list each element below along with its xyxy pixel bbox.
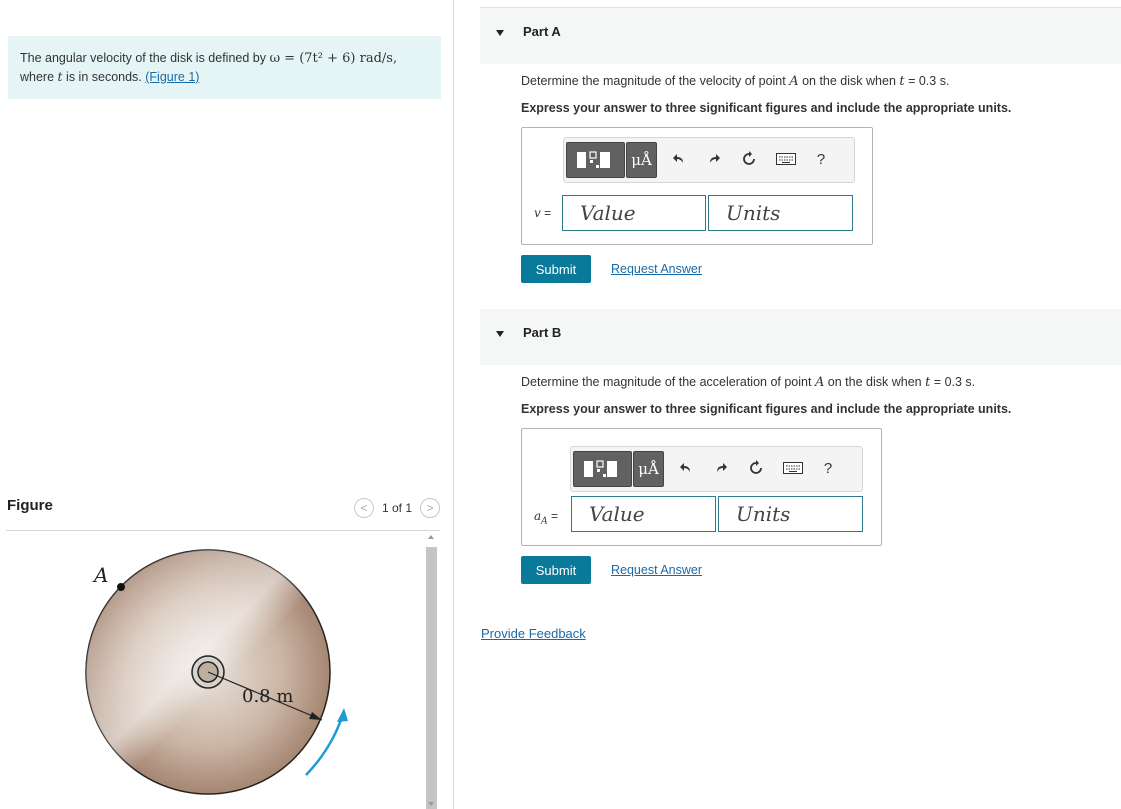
part-a-instruction: Express your answer to three significant… (521, 101, 1012, 115)
units-symbol-button[interactable]: μÅ (633, 451, 664, 487)
point-a-label: A (92, 563, 108, 587)
math-toolbar: μÅ ? (563, 137, 855, 183)
equals-sign: = (540, 206, 552, 220)
provide-feedback-link[interactable]: Provide Feedback (481, 626, 586, 641)
part-b-submit-button[interactable]: Submit (521, 556, 591, 584)
figure-prev-button[interactable]: < (353, 498, 374, 518)
part-b-label: Part B (523, 325, 562, 340)
part-a-units-input[interactable]: Units (708, 195, 853, 231)
radius-label: 0.8 m (242, 686, 293, 707)
keyboard-icon[interactable] (774, 147, 798, 171)
templates-button[interactable] (573, 451, 632, 487)
figure-nav: < 1 of 1 > (353, 498, 440, 518)
templates-icon (584, 460, 617, 477)
question-text: = 0.3 s. (930, 375, 976, 389)
keyboard-icon[interactable] (781, 456, 805, 480)
part-a-variable-label: v = (534, 206, 551, 220)
templates-icon (577, 151, 610, 168)
help-icon[interactable]: ? (809, 147, 833, 171)
disk-diagram: A 0.8 m (85, 549, 348, 795)
point-symbol: A (789, 74, 799, 89)
part-b-request-answer-link[interactable]: Request Answer (611, 563, 702, 577)
units-symbol-button[interactable]: μÅ (626, 142, 657, 178)
part-a-answer-box: μÅ ? v = Value Units (521, 127, 873, 245)
scroll-up-arrow-icon[interactable] (428, 535, 434, 539)
problem-statement: The angular velocity of the disk is defi… (8, 36, 441, 99)
figure-scrollbar[interactable] (424, 532, 439, 809)
undo-icon[interactable] (674, 456, 698, 480)
reset-icon[interactable] (737, 147, 761, 171)
redo-icon[interactable] (709, 456, 733, 480)
rotation-arrowhead (337, 708, 348, 722)
omega-expression: ω = (7t² + 6) rad/s, (269, 51, 398, 66)
question-text: = 0.3 s. (904, 74, 950, 88)
part-b-answer-box: μÅ ? aA = Value Units (521, 428, 882, 546)
equals-sign: = (547, 509, 558, 523)
point-a-marker (117, 583, 125, 591)
collapse-triangle-icon[interactable] (496, 30, 504, 36)
problem-text-after: is in seconds. (62, 70, 146, 84)
part-b-units-input[interactable]: Units (718, 496, 863, 532)
reset-icon[interactable] (744, 456, 768, 480)
scroll-thumb[interactable] (426, 547, 437, 809)
figure-title: Figure (7, 497, 53, 514)
point-symbol: A (814, 375, 825, 390)
question-text: on the disk when (798, 74, 900, 88)
var-symbol: v (534, 206, 541, 220)
part-a-question: Determine the magnitude of the velocity … (521, 74, 949, 89)
collapse-triangle-icon[interactable] (496, 331, 504, 337)
part-b-variable-label: aA = (534, 509, 558, 526)
redo-icon[interactable] (702, 147, 726, 171)
templates-button[interactable] (566, 142, 625, 178)
part-a-request-answer-link[interactable]: Request Answer (611, 262, 702, 276)
part-b-value-input[interactable]: Value (571, 496, 716, 532)
column-divider (453, 0, 454, 809)
figure-link[interactable]: (Figure 1) (145, 70, 199, 84)
scroll-down-arrow-icon[interactable] (428, 802, 434, 806)
part-b-question: Determine the magnitude of the accelerat… (521, 375, 975, 390)
figure-next-button[interactable]: > (420, 498, 440, 518)
part-a-submit-button[interactable]: Submit (521, 255, 591, 283)
part-a-label: Part A (523, 24, 561, 39)
problem-text-before: The angular velocity of the disk is defi… (20, 51, 270, 65)
undo-icon[interactable] (667, 147, 691, 171)
problem-text-where: where (20, 70, 58, 84)
figure-header: Figure < 1 of 1 > (6, 494, 440, 531)
part-b-header[interactable]: Part B (480, 309, 1121, 365)
figure-image: A 0.8 m (6, 532, 422, 809)
part-a-value-input[interactable]: Value (562, 195, 706, 231)
help-icon[interactable]: ? (816, 456, 840, 480)
question-text: Determine the magnitude of the velocity … (521, 74, 790, 88)
question-text: on the disk when (824, 375, 926, 389)
question-text: Determine the magnitude of the accelerat… (521, 375, 815, 389)
figure-counter: 1 of 1 (381, 501, 412, 515)
part-a-header[interactable]: Part A (480, 8, 1121, 64)
part-b-instruction: Express your answer to three significant… (521, 402, 1012, 416)
math-toolbar: μÅ ? (570, 446, 863, 492)
